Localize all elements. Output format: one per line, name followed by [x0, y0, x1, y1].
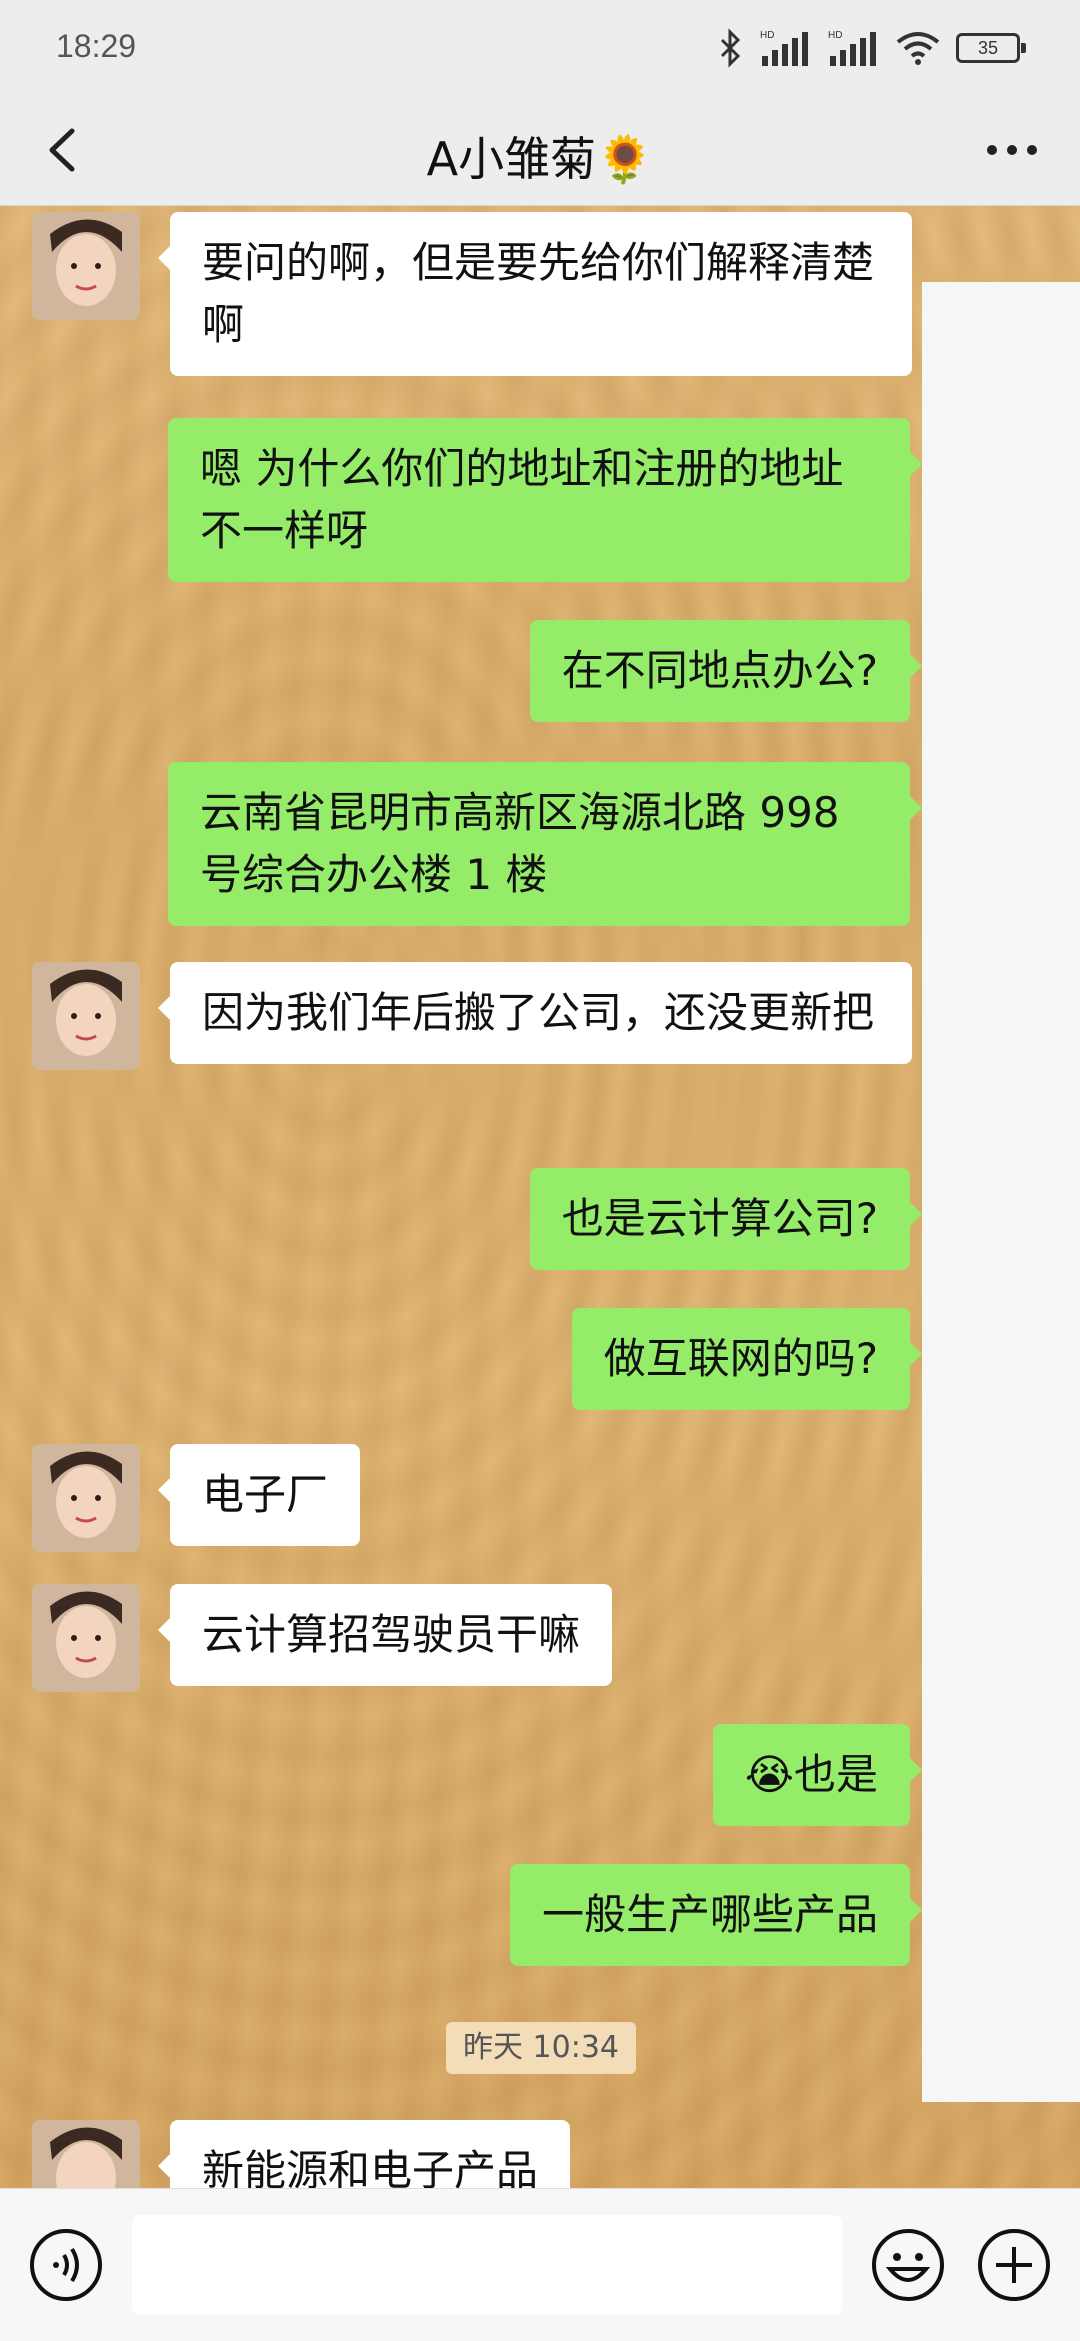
message-input[interactable] [132, 2215, 842, 2315]
chat-header: A小雏菊🌻 [0, 95, 1080, 206]
contact-avatar[interactable] [32, 1444, 140, 1552]
more-button[interactable] [972, 117, 1052, 183]
message-received[interactable]: 要问的啊，但是要先给你们解释清楚啊 [158, 212, 912, 376]
contact-avatar[interactable] [32, 962, 140, 1070]
message-timestamp: 昨天 10:34 [446, 2022, 636, 2074]
avatar-image [32, 2120, 140, 2188]
avatar-image [32, 962, 140, 1070]
voice-button[interactable] [28, 2227, 104, 2303]
input-bar [0, 2188, 1080, 2341]
bluetooth-icon [720, 28, 741, 68]
svg-text:HD: HD [760, 30, 774, 41]
contact-avatar[interactable] [32, 1584, 140, 1692]
contact-avatar[interactable] [32, 2120, 140, 2188]
voice-icon [30, 2229, 102, 2301]
emoji-button[interactable] [870, 2227, 946, 2303]
chat-area[interactable]: 要问的啊，但是要先给你们解释清楚啊 嗯 为什么你们的地址和注册的地址不一样呀 在… [0, 206, 1080, 2188]
wifi-icon [896, 32, 940, 65]
status-time: 18:29 [56, 28, 137, 64]
message-received[interactable]: 电子厂 [157, 1444, 361, 1546]
message-received[interactable]: 新能源和电子产品 [157, 2120, 571, 2188]
signal-icon-2: HD [828, 30, 876, 66]
avatar-image [32, 1584, 140, 1692]
message-sent[interactable]: 嗯 为什么你们的地址和注册的地址不一样呀 [168, 418, 922, 582]
more-dots-icon [987, 145, 1037, 155]
chat-title: A小雏菊🌻 [426, 132, 654, 186]
battery-level: 35 [977, 38, 999, 58]
message-sent[interactable]: 在不同地点办公? [529, 620, 923, 722]
avatar-image [32, 212, 140, 320]
battery-icon: 35 [956, 33, 1026, 63]
message-received[interactable]: 云计算招驾驶员干嘛 [157, 1584, 613, 1686]
avatar-image [32, 1444, 140, 1552]
message-sent[interactable]: 云南省昆明市高新区海源北路 998 号综合办公楼 1 楼 [168, 762, 922, 926]
contact-avatar[interactable] [32, 212, 140, 320]
side-panel [922, 282, 1080, 2102]
message-sent[interactable]: 一般生产哪些产品 [509, 1864, 923, 1966]
message-received[interactable]: 因为我们年后搬了公司，还没更新把 [158, 962, 912, 1064]
status-icons: HD HD 35 [718, 24, 1026, 72]
status-bar: 18:29 HD HD 35 [0, 0, 1080, 95]
svg-text:HD: HD [828, 30, 842, 41]
plus-icon [978, 2229, 1050, 2301]
message-sent[interactable]: 😭也是 [712, 1724, 923, 1826]
plus-button[interactable] [976, 2227, 1052, 2303]
message-sent[interactable]: 也是云计算公司? [529, 1168, 923, 1270]
signal-icon: HD [760, 30, 808, 66]
emoji-icon [872, 2229, 944, 2301]
message-sent[interactable]: 做互联网的吗? [571, 1308, 923, 1410]
